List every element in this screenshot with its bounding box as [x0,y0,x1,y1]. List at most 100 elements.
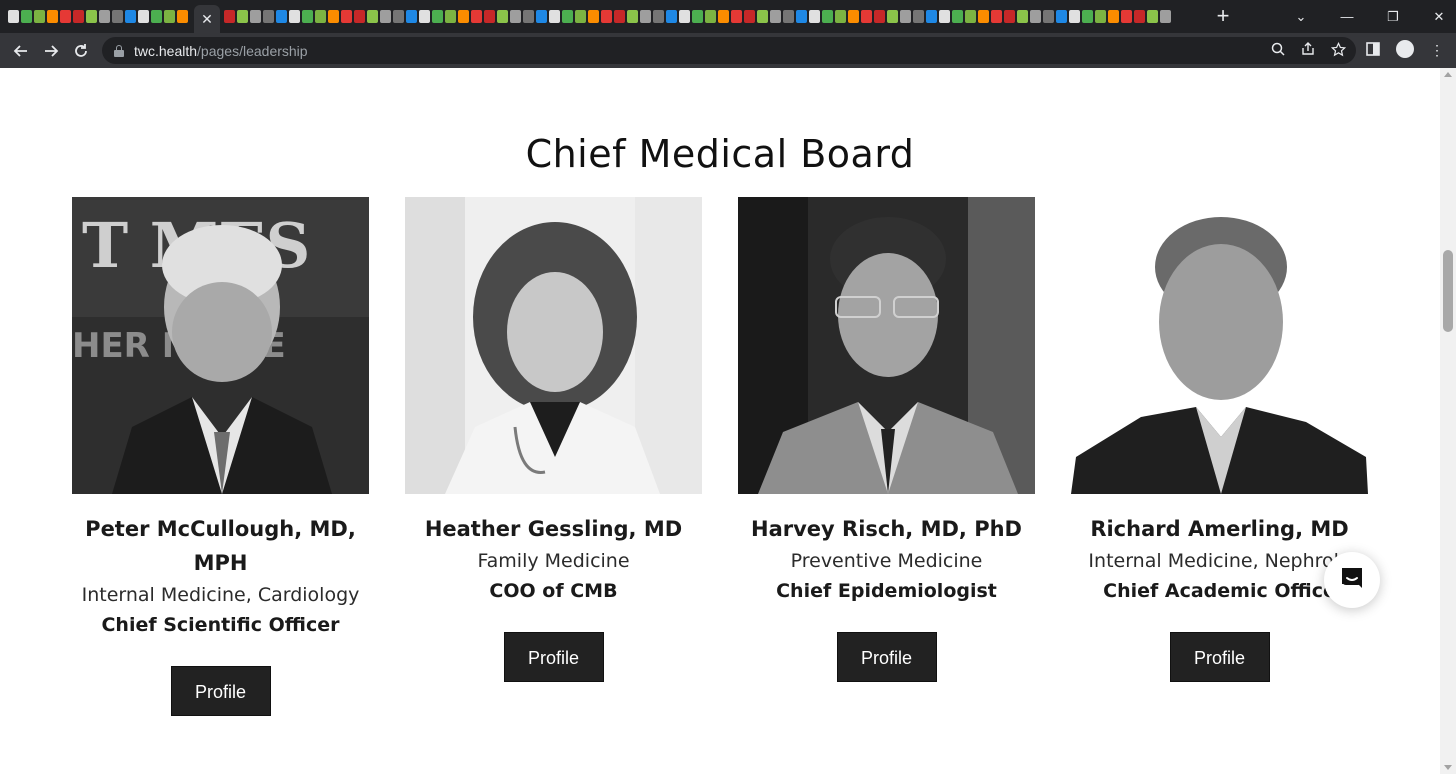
tab-favicon-icon[interactable] [406,10,417,23]
tab-favicon-icon[interactable] [848,10,859,23]
tab-favicon-icon[interactable] [614,10,625,23]
profile-button[interactable]: Profile [503,632,604,682]
tab-favicon-icon[interactable] [601,10,612,23]
tab-favicon-icon[interactable] [692,10,703,23]
tab-favicon-icon[interactable] [822,10,833,23]
tab-favicon-icon[interactable] [718,10,729,23]
tab-favicon-icon[interactable] [445,10,456,23]
profile-icon[interactable] [1396,40,1414,61]
new-tab-button[interactable]: + [1212,5,1234,27]
tab-favicon-icon[interactable] [965,10,976,23]
tab-favicon-icon[interactable] [1017,10,1028,23]
tab-favicon-icon[interactable] [952,10,963,23]
star-icon[interactable] [1330,41,1347,60]
scroll-up-arrow-icon[interactable] [1444,72,1452,77]
profile-button[interactable]: Profile [836,632,937,682]
tab-favicon-icon[interactable] [627,10,638,23]
tab-favicon-icon[interactable] [289,10,300,23]
tab-favicon-icon[interactable] [1004,10,1015,23]
tab-favicon-icon[interactable] [991,10,1002,23]
tab-favicon-icon[interactable] [419,10,430,23]
close-tab-icon[interactable]: ✕ [194,5,220,33]
tab-favicon-icon[interactable] [666,10,677,23]
tab-favicon-icon[interactable] [926,10,937,23]
tab-favicon-icon[interactable] [164,10,175,23]
tab-favicon-icon[interactable] [939,10,950,23]
tab-favicon-icon[interactable] [783,10,794,23]
tab-favicon-icon[interactable] [653,10,664,23]
tab-favicon-icon[interactable] [874,10,885,23]
profile-button[interactable]: Profile [1169,632,1270,682]
tab-favicon-icon[interactable] [393,10,404,23]
tab-favicon-icon[interactable] [21,10,32,23]
tab-favicon-icon[interactable] [380,10,391,23]
tab-favicon-icon[interactable] [549,10,560,23]
back-arrow-icon[interactable] [6,36,36,66]
profile-button[interactable]: Profile [170,666,271,716]
tab-favicon-icon[interactable] [125,10,136,23]
tab-favicon-icon[interactable] [913,10,924,23]
reload-icon[interactable] [66,36,96,66]
minimize-icon[interactable]: — [1324,9,1370,24]
tab-favicon-icon[interactable] [224,10,235,23]
forward-arrow-icon[interactable] [36,36,66,66]
tab-favicon-icon[interactable] [73,10,84,23]
tab-favicon-icon[interactable] [705,10,716,23]
tab-favicon-icon[interactable] [835,10,846,23]
tab-favicon-icon[interactable] [1056,10,1067,23]
tab-favicon-icon[interactable] [263,10,274,23]
tab-favicon-icon[interactable] [1082,10,1093,23]
tab-favicon-icon[interactable] [731,10,742,23]
zoom-icon[interactable] [1271,42,1285,59]
tab-favicon-icon[interactable] [354,10,365,23]
tab-favicon-icon[interactable] [887,10,898,23]
tab-favicon-icon[interactable] [112,10,123,23]
tab-favicon-icon[interactable] [861,10,872,23]
tab-favicon-icon[interactable] [315,10,326,23]
tab-favicon-icon[interactable] [770,10,781,23]
tab-favicon-icon[interactable] [99,10,110,23]
tab-favicon-icon[interactable] [562,10,573,23]
tab-favicon-icon[interactable] [1095,10,1106,23]
tab-favicon-icon[interactable] [1134,10,1145,23]
tab-favicon-icon[interactable] [1160,10,1171,23]
tab-favicon-icon[interactable] [510,10,521,23]
scroll-down-arrow-icon[interactable] [1444,765,1452,770]
tab-favicon-icon[interactable] [679,10,690,23]
tab-favicon-icon[interactable] [796,10,807,23]
tab-favicon-icon[interactable] [8,10,19,23]
tab-favicon-icon[interactable] [1069,10,1080,23]
tab-favicon-icon[interactable] [367,10,378,23]
tab-favicon-icon[interactable] [1147,10,1158,23]
tab-favicon-icon[interactable] [471,10,482,23]
tab-favicon-icon[interactable] [536,10,547,23]
scroll-thumb[interactable] [1443,250,1453,332]
share-icon[interactable] [1301,42,1315,59]
tab-favicon-icon[interactable] [86,10,97,23]
tab-favicon-icon[interactable] [900,10,911,23]
tab-favicon-icon[interactable] [328,10,339,23]
address-bar[interactable]: twc.health/pages/leadership [102,37,1356,64]
tab-favicon-icon[interactable] [1043,10,1054,23]
tab-favicon-icon[interactable] [523,10,534,23]
tab-favicon-icon[interactable] [60,10,71,23]
tab-favicon-icon[interactable] [809,10,820,23]
side-panel-icon[interactable] [1364,42,1382,59]
tab-favicon-icon[interactable] [341,10,352,23]
tab-favicon-icon[interactable] [432,10,443,23]
tab-favicon-icon[interactable] [640,10,651,23]
tab-favicon-icon[interactable] [302,10,313,23]
tab-favicon-icon[interactable] [276,10,287,23]
tab-favicon-icon[interactable] [47,10,58,23]
chat-launcher-button[interactable] [1324,552,1380,608]
tab-favicon-icon[interactable] [138,10,149,23]
restore-icon[interactable]: ❐ [1370,9,1416,25]
tab-favicon-icon[interactable] [177,10,188,23]
tab-favicon-icon[interactable] [1108,10,1119,23]
lock-icon[interactable] [114,44,124,57]
tab-favicon-icon[interactable] [151,10,162,23]
tab-favicon-icon[interactable] [1121,10,1132,23]
menu-icon[interactable]: ⋮ [1428,42,1446,59]
tab-favicon-icon[interactable] [575,10,586,23]
tab-favicon-icon[interactable] [497,10,508,23]
